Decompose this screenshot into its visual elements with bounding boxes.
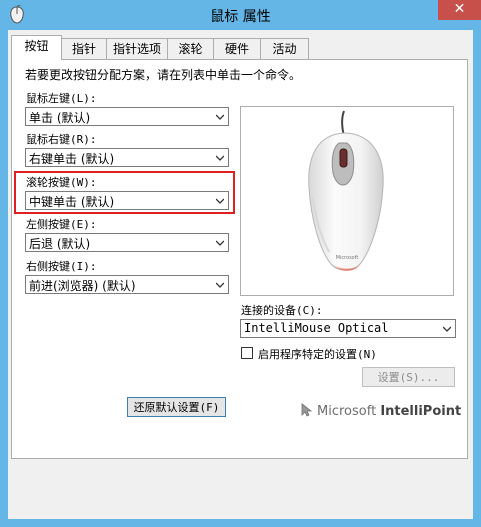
program-specific-label[interactable]: 启用程序特定的设置(N) (258, 346, 377, 362)
connected-device-label: 连接的设备(C): (241, 304, 323, 317)
close-button[interactable]: ✕ (438, 0, 481, 20)
right-side-button-value: 前进(浏览器) (默认) (29, 279, 136, 293)
settings-button-label: 设置(S)... (377, 371, 440, 384)
left-button-label: 鼠标左键(L): (26, 92, 97, 105)
tab-activity[interactable]: 活动 (260, 38, 309, 59)
right-button-value: 右键单击 (默认) (29, 152, 115, 166)
tab-hardware[interactable]: 硬件 (213, 38, 261, 59)
microsoft-brand: Microsoft (317, 404, 377, 419)
tab-pointers[interactable]: 指针 (61, 38, 107, 59)
settings-button[interactable]: 设置(S)... (362, 367, 455, 387)
program-specific-checkbox[interactable] (241, 347, 253, 359)
svg-text:Microsoft: Microsoft (336, 255, 359, 261)
right-button-label: 鼠标右键(R): (26, 133, 97, 146)
chevron-down-icon (216, 114, 224, 120)
connected-device-combo[interactable]: IntelliMouse Optical (240, 319, 456, 338)
restore-defaults-button[interactable]: 还原默认设置(F) (127, 397, 226, 417)
intellipoint-brand: IntelliPoint (380, 404, 462, 419)
tab-label: 指针 (71, 42, 96, 56)
intellipoint-logo: Microsoft IntelliPoint (300, 403, 461, 419)
close-icon: ✕ (453, 1, 466, 17)
left-button-combo[interactable]: 单击 (默认) (25, 107, 229, 126)
restore-defaults-label: 还原默认设置(F) (133, 401, 220, 414)
tab-label: 硬件 (224, 42, 249, 56)
wheel-button-value: 中键单击 (默认) (29, 195, 115, 209)
wheel-button-label: 滚轮按键(W): (26, 176, 97, 189)
right-side-button-combo[interactable]: 前进(浏览器) (默认) (25, 275, 229, 294)
left-button-value: 单击 (默认) (29, 111, 91, 125)
intro-text: 若要更改按钮分配方案，请在列表中单击一个命令。 (25, 68, 302, 82)
tab-label: 活动 (272, 42, 297, 56)
chevron-down-icon (216, 155, 224, 161)
tab-pointer-options[interactable]: 指针选项 (106, 38, 168, 59)
tab-label: 滚轮 (178, 42, 203, 56)
wheel-button-combo[interactable]: 中键单击 (默认) (25, 191, 229, 210)
chevron-down-icon (216, 282, 224, 288)
chevron-down-icon (216, 198, 224, 204)
chevron-down-icon (443, 326, 451, 332)
mouse-preview: Microsoft (240, 106, 454, 296)
tab-wheel[interactable]: 滚轮 (167, 38, 214, 59)
cursor-icon (301, 403, 313, 417)
left-side-button-combo[interactable]: 后退 (默认) (25, 233, 229, 252)
mouse-properties-window: 鼠标 属性 ✕ 按钮 指针 指针选项 滚轮 硬件 活动 若要更改按钮分配方案，请… (0, 0, 481, 527)
tab-label: 指针选项 (112, 42, 161, 56)
tab-label: 按钮 (24, 39, 49, 53)
mouse-image: Microsoft (308, 110, 384, 271)
right-button-combo[interactable]: 右键单击 (默认) (25, 148, 229, 167)
title-bar[interactable]: 鼠标 属性 ✕ (0, 0, 481, 30)
tab-buttons[interactable]: 按钮 (11, 35, 62, 60)
left-side-button-label: 左侧按键(E): (26, 218, 97, 231)
left-side-button-value: 后退 (默认) (29, 237, 91, 251)
chevron-down-icon (216, 240, 224, 246)
window-title: 鼠标 属性 (210, 9, 271, 25)
connected-device-value: IntelliMouse Optical (244, 321, 389, 335)
right-side-button-label: 右侧按键(I): (26, 260, 97, 273)
